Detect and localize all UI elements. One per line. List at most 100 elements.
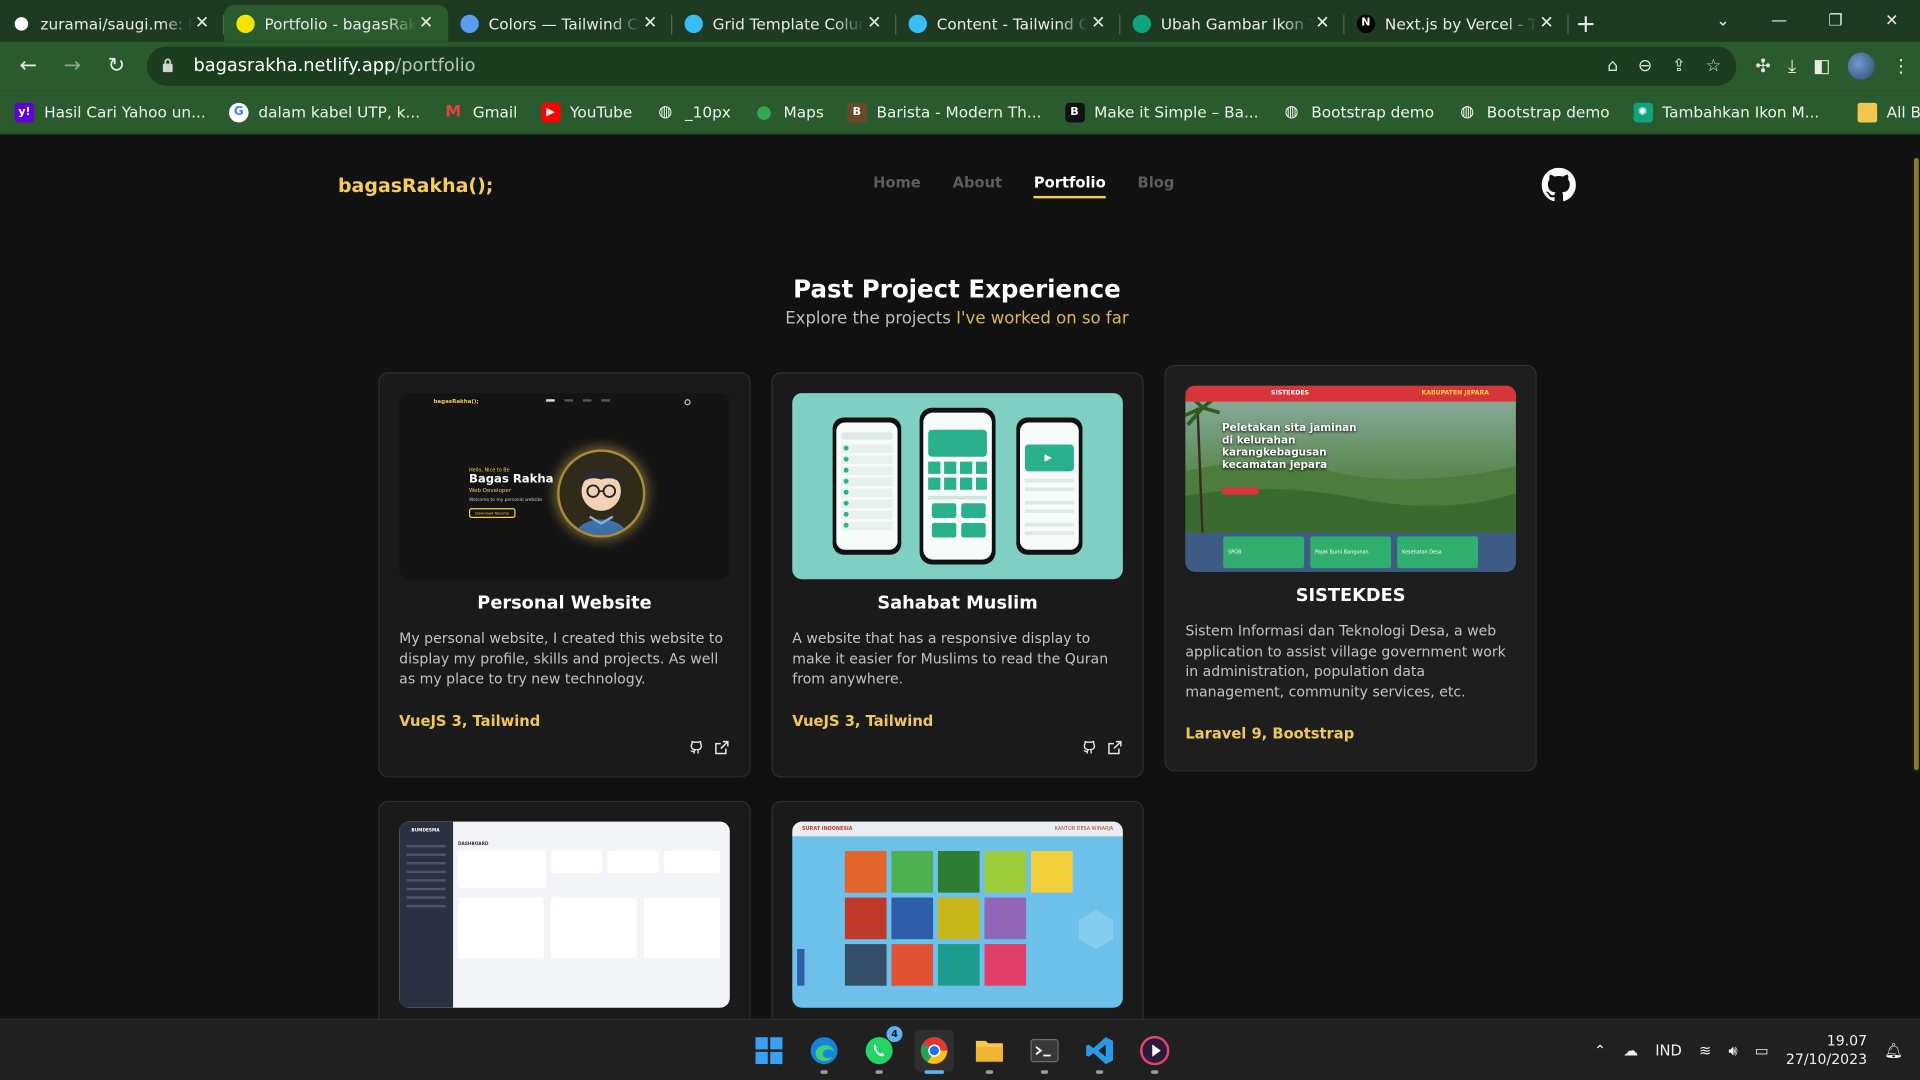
bookmark-item[interactable]: B Make it Simple – Ba... — [1064, 102, 1259, 122]
preview-welcome: Welcome to my personal website — [468, 497, 543, 503]
forward-button[interactable]: → — [54, 48, 91, 85]
external-link-icon[interactable] — [714, 740, 730, 756]
service-tiles-grid — [797, 851, 1114, 986]
chrome-icon[interactable] — [914, 1029, 954, 1074]
globe-icon: ◍ — [1460, 102, 1475, 122]
close-window-icon[interactable]: ✕ — [1864, 12, 1920, 30]
whatsapp-icon[interactable]: 4 — [860, 1026, 903, 1074]
profile-avatar[interactable] — [1847, 52, 1875, 80]
nav-link-portfolio[interactable]: Portfolio — [1033, 174, 1106, 199]
github-repo-icon[interactable] — [1081, 740, 1097, 756]
browser-tab[interactable]: N Next.js by Vercel - Th ✕ — [1345, 5, 1569, 42]
preview-nav — [546, 399, 610, 402]
sidepanel-icon[interactable]: ◧ — [1813, 55, 1830, 77]
project-screenshot[interactable]: bagasRakha(); Hello, Nice to Be Bagas Ra… — [399, 393, 730, 580]
all-bookmarks-button[interactable]: All Bookmarks — [1857, 102, 1920, 122]
bookmark-item[interactable]: ◍ _10px — [656, 102, 730, 122]
project-title: SISTEKDES — [1295, 586, 1406, 607]
wifi-icon[interactable]: ≋ — [1699, 1042, 1711, 1059]
preview-header: SURAT INDONESIA KANTOR DESA WINARJA — [792, 821, 1123, 837]
browser-tab[interactable]: Ubah Gambar Ikon Te ✕ — [1120, 5, 1345, 42]
project-tech-stack: VueJS 3, Tailwind — [792, 712, 934, 730]
preview-table — [457, 897, 544, 959]
preview-table — [644, 897, 721, 959]
close-tab-icon[interactable]: ✕ — [640, 13, 660, 33]
share-icon[interactable]: ⇪ — [1672, 56, 1686, 76]
new-tab-button[interactable]: + — [1569, 5, 1603, 42]
bookmark-item[interactable]: ▶ YouTube — [540, 102, 632, 122]
extensions-icon[interactable]: ✣ — [1755, 55, 1770, 77]
bookmark-item[interactable]: B Barista - Modern Th... — [847, 102, 1041, 122]
project-tech-stack: VueJS 3, Tailwind — [399, 712, 541, 730]
bookmark-item[interactable]: ✺ Tambahkan Ikon M... — [1632, 102, 1820, 122]
project-links — [688, 740, 730, 756]
site-logo[interactable]: bagasRakha(); — [338, 175, 493, 197]
browser-tab[interactable]: Grid Template Colum ✕ — [672, 5, 897, 42]
preview-table — [551, 897, 637, 959]
github-icon[interactable] — [1541, 167, 1576, 202]
address-bar[interactable]: bagasrakha.netlify.app/portfolio ⌂ ⊖ ⇪ ☆ — [146, 46, 1736, 86]
bookmark-item[interactable]: ◍ Bootstrap demo — [1282, 102, 1434, 122]
github-repo-icon[interactable] — [688, 740, 704, 756]
youtube-icon: ▶ — [540, 102, 561, 122]
reload-button[interactable]: ↻ — [98, 48, 135, 85]
nav-link-home[interactable]: Home — [873, 174, 921, 198]
minimize-icon[interactable]: — — [1751, 12, 1807, 30]
browser-tab[interactable]: Portfolio - bagasRakh ✕ — [224, 4, 449, 42]
back-button[interactable]: ← — [10, 48, 47, 85]
barista-icon: B — [847, 102, 867, 122]
bookmark-item[interactable]: y! Hasil Cari Yahoo un... — [14, 102, 206, 122]
media-player-icon[interactable] — [1135, 1030, 1174, 1074]
language-indicator[interactable]: IND — [1655, 1042, 1682, 1059]
github-icon — [12, 14, 31, 33]
project-screenshot[interactable]: SISTEKDES KABUPATEN JEPARA Peletakan sit… — [1185, 385, 1516, 572]
browser-tab[interactable]: Colors — Tailwind CS ✕ — [448, 5, 673, 42]
bookmark-item[interactable]: ⬤ Maps — [754, 102, 823, 122]
menu-kebab-icon[interactable]: ⋮ — [1892, 55, 1910, 77]
file-explorer-icon[interactable] — [970, 1030, 1009, 1074]
download-icon[interactable]: ⤓ — [1788, 55, 1796, 77]
page-scrollbar[interactable] — [1912, 135, 1920, 1019]
volume-icon[interactable]: 🔊︎ — [1728, 1041, 1737, 1059]
nav-link-blog[interactable]: Blog — [1138, 174, 1175, 198]
close-tab-icon[interactable]: ✕ — [1313, 13, 1333, 33]
onedrive-cloud-icon[interactable]: ☁ — [1623, 1042, 1638, 1059]
bookmark-item[interactable]: Gdalam kabel UTP, k... — [228, 102, 421, 122]
close-tab-icon[interactable]: ✕ — [192, 13, 212, 33]
bookmark-item[interactable]: ◍ Bootstrap demo — [1457, 102, 1609, 122]
nav-link-about[interactable]: About — [953, 174, 1002, 198]
battery-icon[interactable]: ▭ — [1755, 1042, 1769, 1059]
external-link-icon[interactable] — [1107, 740, 1123, 756]
scrollbar-thumb[interactable] — [1913, 157, 1919, 771]
close-tab-icon[interactable]: ✕ — [864, 13, 884, 33]
all-bookmarks-label: All Bookmarks — [1886, 102, 1920, 122]
zoom-icon[interactable]: ⊖ — [1638, 56, 1652, 76]
project-screenshot[interactable] — [792, 393, 1123, 580]
close-tab-icon[interactable]: ✕ — [1537, 13, 1557, 33]
project-screenshot[interactable]: SURAT INDONESIA KANTOR DESA WINARJA — [792, 821, 1123, 1008]
bookmark-item[interactable]: M Gmail — [443, 102, 517, 122]
vscode-icon[interactable] — [1080, 1030, 1119, 1074]
windows-start-icon[interactable] — [749, 1030, 788, 1072]
star-bookmark-icon[interactable]: ☆ — [1706, 56, 1721, 76]
bookmark-label: Bootstrap demo — [1311, 102, 1435, 122]
project-screenshot[interactable]: BUMDESMA DASHBOARD — [399, 821, 730, 1008]
tab-search-chevron-icon[interactable]: ⌄ — [1695, 12, 1751, 30]
tab-title: Content - Tailwind CS — [936, 14, 1089, 33]
terminal-icon[interactable] — [1025, 1030, 1064, 1074]
bookmark-label: Tambahkan Ikon M... — [1662, 102, 1820, 122]
edge-icon[interactable] — [804, 1030, 843, 1074]
translate-icon[interactable]: ⌂ — [1607, 56, 1618, 76]
chevron-up-icon[interactable]: ⌃ — [1594, 1042, 1606, 1059]
restore-icon[interactable]: ❐ — [1807, 12, 1863, 30]
browser-tab[interactable]: Content - Tailwind CS ✕ — [896, 5, 1121, 42]
clock[interactable]: 19.07 27/10/2023 — [1786, 1032, 1867, 1069]
google-icon: G — [228, 102, 249, 122]
close-tab-icon[interactable]: ✕ — [1089, 13, 1109, 33]
close-tab-icon[interactable]: ✕ — [416, 13, 436, 33]
tab-title: Colors — Tailwind CS — [488, 14, 641, 33]
notification-bell-icon[interactable]: 🔔︎ — [1884, 1042, 1903, 1059]
section-heading: Past Project Experience Explore the proj… — [0, 274, 1914, 328]
bookmark-label: dalam kabel UTP, k... — [258, 102, 421, 122]
browser-tab[interactable]: zuramai/saugi.me: M ✕ — [0, 5, 225, 42]
